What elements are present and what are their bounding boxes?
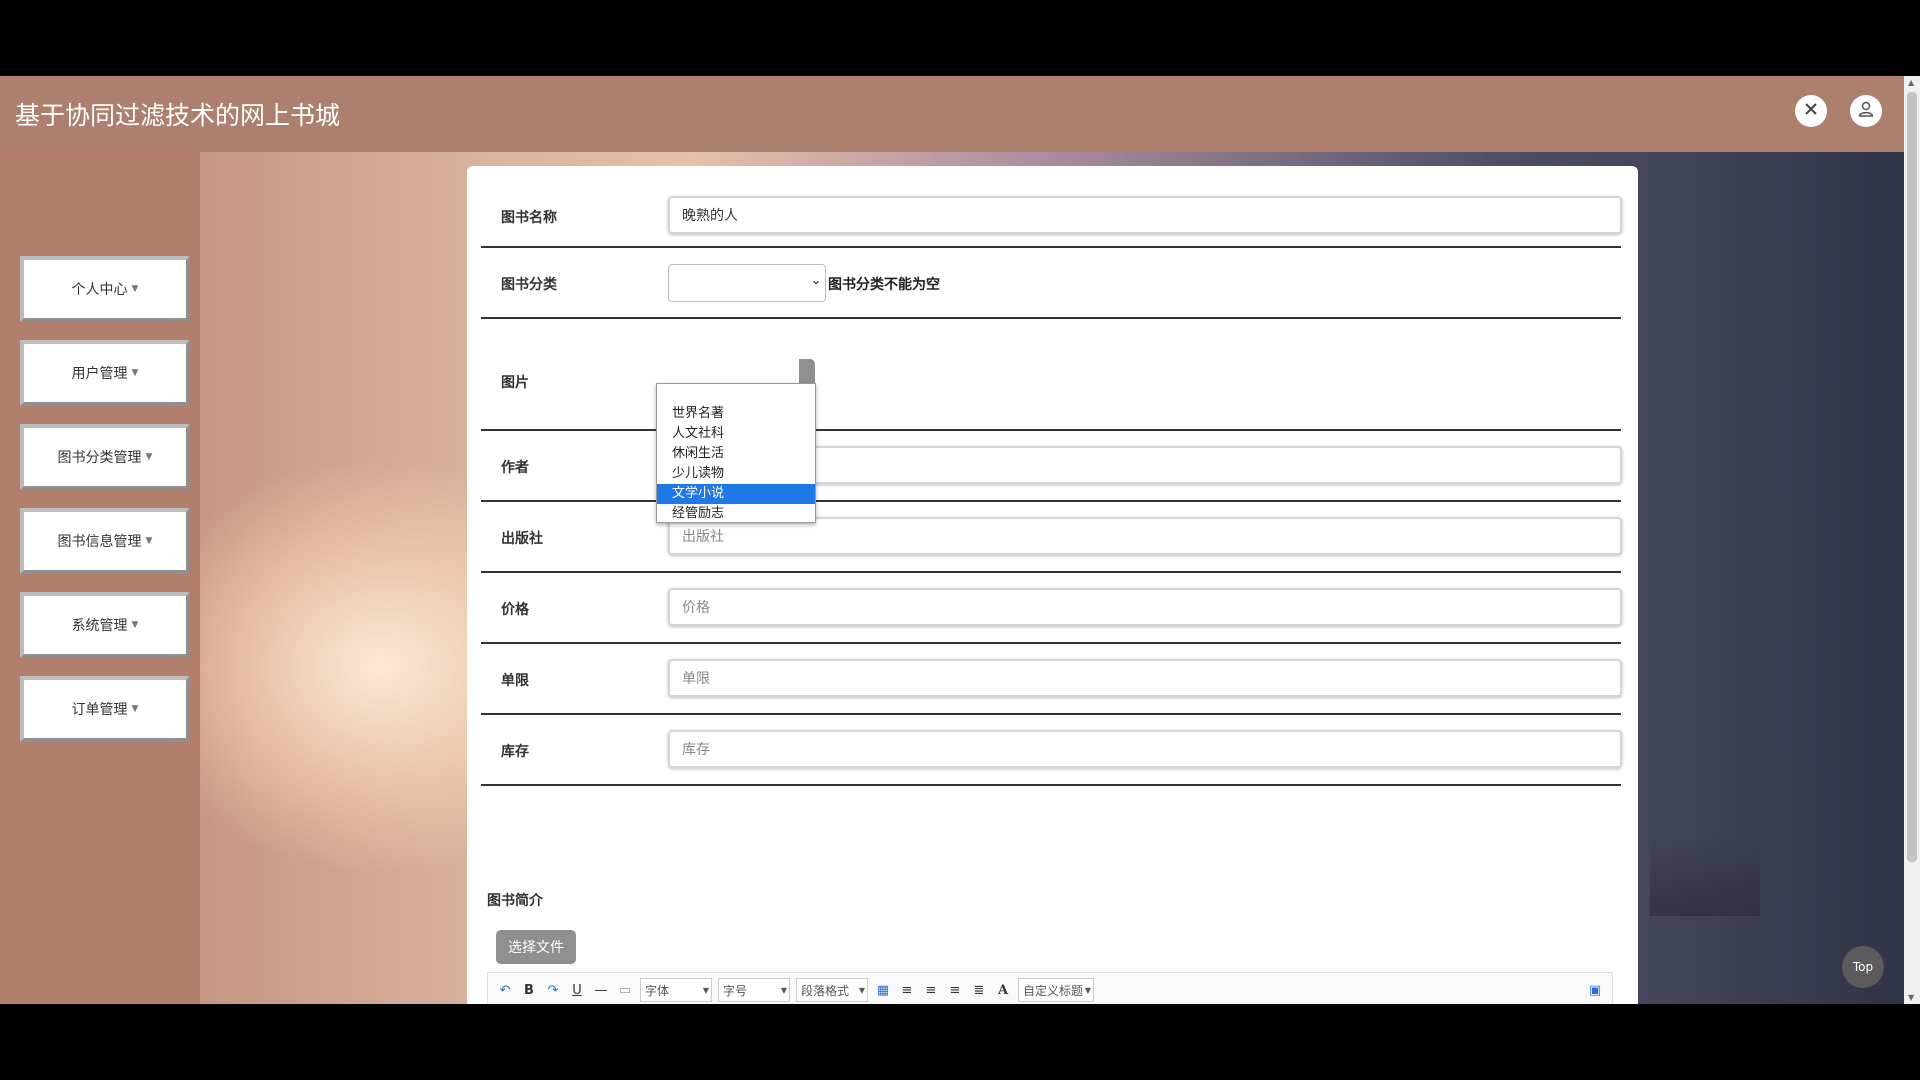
font-size-select[interactable]: 字号 ▼ [718,978,790,1002]
fullscreen-editor-icon[interactable]: ▣ [1586,983,1604,998]
sidebar-item-book-management[interactable]: 图书信息管理 ▼ [20,508,190,574]
page-scrollbar[interactable]: ▲ ▼ [1904,76,1920,1004]
form-row-author: 作者 作者 [481,431,1622,502]
category-dropdown-list: 世界名著 人文社科 休闲生活 少儿读物 文学小说 经管励志 [656,383,816,523]
chevron-down-icon: ▼ [780,985,787,995]
sidebar-item-label: 个人中心 [71,282,128,298]
custom-title-label: 自定义标题 [1023,983,1084,998]
book-name-input[interactable]: 晚熟的人 [668,196,1622,234]
book-form-card: 图书名称 晚熟的人 图书分类 ⌄ 图书分类不能为空 图片 作者 作者 出版社 出… [467,166,1638,1004]
chevron-down-icon: ▼ [1084,985,1091,995]
bold-button[interactable]: B [520,983,538,998]
publisher-label: 出版社 [501,531,543,547]
intro-label: 图书简介 [487,893,543,909]
align-center-icon[interactable]: ≡ [946,983,964,998]
close-icon [1803,101,1819,122]
scroll-up-icon[interactable]: ▲ [1908,78,1914,87]
underline-button[interactable]: U [568,983,586,998]
page-viewport: 基于协同过滤技术的网上书城 个人中心 ▼ 用户管理 ▼ 图书分类管理 ▼ 图书信… [0,76,1920,1004]
category-label: 图书分类 [501,277,557,293]
chevron-down-icon: ▼ [131,704,139,714]
category-option-highlighted[interactable]: 文学小说 [657,484,815,504]
category-option[interactable]: 经管励志 [657,504,815,524]
chevron-down-icon: ▼ [145,536,153,546]
user-icon [1857,100,1875,123]
sidebar-item-label: 图书信息管理 [57,534,142,550]
sidebar-item-system-management[interactable]: 系统管理 ▼ [20,592,190,658]
form-row-book-name: 图书名称 晚熟的人 [481,166,1622,248]
form-row-stock: 库存 库存 [481,715,1622,786]
font-family-label: 字体 [645,983,670,998]
form-row-limit: 单限 单限 [481,644,1622,715]
paragraph-format-select[interactable]: 段落格式 ▼ [796,978,868,1002]
font-family-select[interactable]: 字体 ▼ [640,978,712,1002]
sidebar-item-label: 系统管理 [71,618,128,634]
limit-label: 单限 [501,673,529,689]
paragraph-format-label: 段落格式 [801,983,850,998]
chevron-down-icon: ▼ [145,452,153,462]
scroll-down-icon[interactable]: ▼ [1908,993,1914,1002]
author-label: 作者 [501,460,529,476]
price-input[interactable]: 价格 [668,588,1622,626]
table-icon[interactable]: ▦ [874,983,892,998]
scrollbar-thumb[interactable] [1907,92,1917,862]
image-label: 图片 [501,375,529,391]
chevron-down-icon: ⌄ [810,273,821,287]
choose-file-button[interactable]: 选择文件 [496,930,576,964]
category-option[interactable]: 人文社科 [657,424,815,444]
chevron-down-icon: ▼ [131,284,139,294]
font-size-label: 字号 [723,983,748,998]
chevron-down-icon: ▼ [131,620,139,630]
stock-label: 库存 [501,744,529,760]
chevron-down-icon: ▼ [131,368,139,378]
chevron-down-icon: ▼ [702,985,709,995]
sidebar-item-personal-center[interactable]: 个人中心 ▼ [20,256,190,322]
form-row-publisher: 出版社 出版社 [481,502,1622,573]
form-row-image: 图片 [481,319,1621,431]
sidebar-item-user-management[interactable]: 用户管理 ▼ [20,340,190,406]
sidebar: 个人中心 ▼ 用户管理 ▼ 图书分类管理 ▼ 图书信息管理 ▼ 系统管理 ▼ 订… [0,152,200,1004]
category-select[interactable]: ⌄ [668,264,826,302]
background-skyline [1650,836,1760,916]
price-label: 价格 [501,602,529,618]
font-color-button[interactable]: A [994,983,1012,998]
align-justify-icon[interactable]: ≣ [970,983,988,998]
top-header: 基于协同过滤技术的网上书城 [0,76,1904,152]
align-right-icon[interactable]: ≡ [922,983,940,998]
custom-title-select[interactable]: 自定义标题 ▼ [1018,978,1094,1002]
align-left-icon[interactable]: ≡ [898,983,916,998]
category-error-message: 图书分类不能为空 [828,277,940,293]
sidebar-item-order-management[interactable]: 订单管理 ▼ [20,676,190,742]
sidebar-item-label: 图书分类管理 [57,450,142,466]
stock-input[interactable]: 库存 [668,730,1622,768]
fullscreen-button[interactable] [1795,95,1827,127]
chevron-down-icon: ▼ [858,985,865,995]
back-to-top-button[interactable]: Top [1842,946,1884,988]
undo-icon[interactable]: ↶ [496,983,514,998]
document-icon[interactable]: ▭ [616,983,634,998]
book-name-label: 图书名称 [501,210,557,226]
category-option[interactable]: 少儿读物 [657,464,815,484]
form-row-category: 图书分类 ⌄ 图书分类不能为空 [481,248,1621,319]
user-button[interactable] [1850,95,1882,127]
editor-toolbar: ↶ B ↷ U — ▭ 字体 ▼ 字号 ▼ 段落格式 ▼ ▦ ≡ ≡ ≡ ≣ A 自定… [487,972,1613,1004]
app-title: 基于协同过滤技术的网上书城 [15,101,341,130]
redo-icon[interactable]: ↷ [544,983,562,998]
limit-input[interactable]: 单限 [668,659,1622,697]
horizontal-rule-icon[interactable]: — [592,983,610,998]
sidebar-item-label: 用户管理 [71,366,128,382]
category-option[interactable]: 休闲生活 [657,444,815,464]
sidebar-item-label: 订单管理 [71,702,128,718]
category-option[interactable]: 世界名著 [657,404,815,424]
sidebar-item-category-management[interactable]: 图书分类管理 ▼ [20,424,190,490]
form-row-price: 价格 价格 [481,573,1622,644]
category-option-empty[interactable] [657,384,815,404]
